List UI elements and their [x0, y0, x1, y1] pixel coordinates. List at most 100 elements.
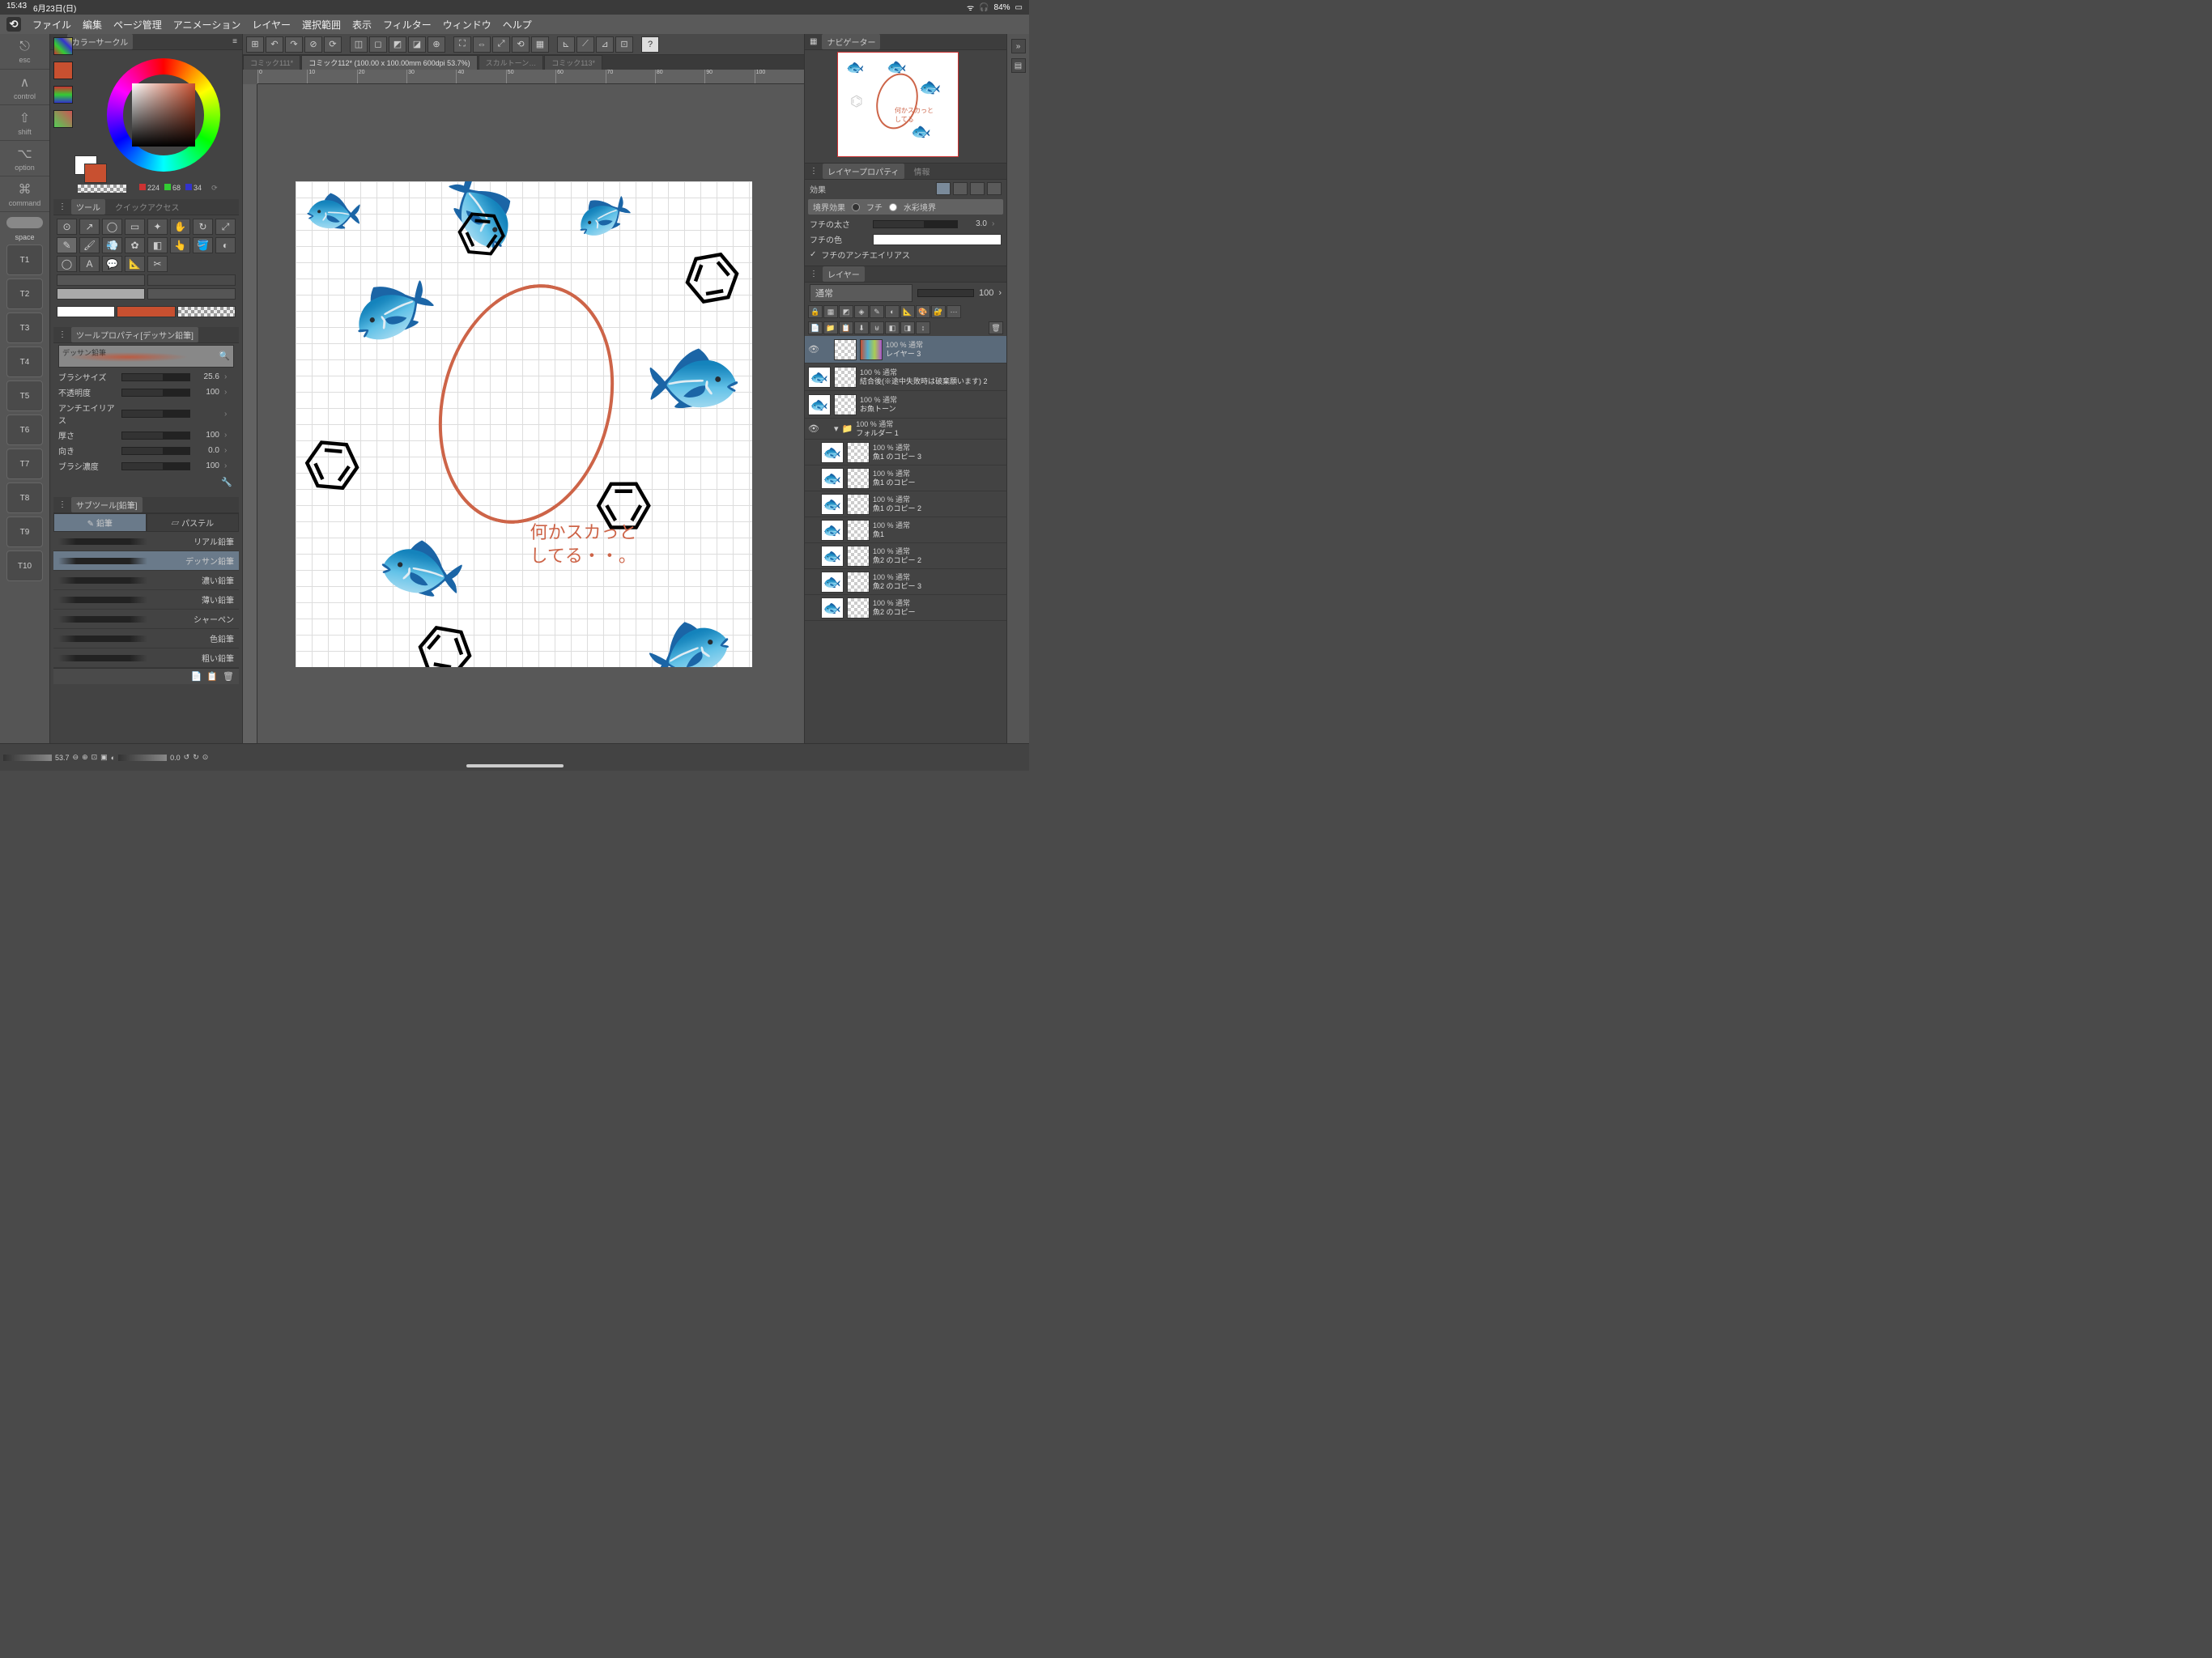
menu-ファイル[interactable]: ファイル: [32, 18, 71, 32]
color-panel-title[interactable]: カラーサークル: [67, 34, 134, 49]
actual-icon[interactable]: ▣: [100, 753, 108, 762]
mask-new-icon[interactable]: ◧: [885, 321, 900, 334]
chevron-icon[interactable]: ›: [998, 288, 1002, 298]
color-mark-icon[interactable]: 🎨: [916, 305, 930, 318]
correct-tool-icon[interactable]: ✂: [147, 256, 168, 272]
rotate-tool-icon[interactable]: ↻: [193, 219, 213, 235]
ref-icon[interactable]: ◈: [854, 305, 869, 318]
swatch-icon[interactable]: [53, 62, 73, 79]
scale-icon[interactable]: ⤢: [492, 36, 510, 53]
rail-T9[interactable]: T9: [6, 517, 43, 547]
slider-icon[interactable]: [53, 86, 73, 104]
wand-tool-icon[interactable]: ✦: [147, 219, 168, 235]
invert-icon[interactable]: ◩: [389, 36, 406, 53]
brush-tool-icon[interactable]: 🖌: [79, 237, 100, 253]
rail-T6[interactable]: T6: [6, 414, 43, 445]
layer-folder[interactable]: 👁▾📁100 % 通常フォルダー 1: [805, 419, 1006, 440]
save-icon[interactable]: ⟳: [324, 36, 342, 53]
wrench-icon[interactable]: 🔧: [221, 478, 232, 487]
rotate-ccw-icon[interactable]: ↺: [184, 753, 190, 762]
fg-color-swatch[interactable]: [84, 164, 107, 183]
rotate-icon[interactable]: ⟲: [512, 36, 530, 53]
lock-all-icon[interactable]: 🔐: [931, 305, 946, 318]
zoom-in-icon[interactable]: ⊕: [82, 753, 88, 762]
slider[interactable]: [121, 373, 190, 381]
mask-icon[interactable]: ◐: [885, 305, 900, 318]
layer-item[interactable]: 👁🐟100 % 通常結合後(※途中失敗時は破棄願います) 2: [805, 363, 1006, 391]
subtool-tab[interactable]: ▱ パステル: [147, 513, 240, 532]
merge-icon[interactable]: ⬇: [854, 321, 869, 334]
pen-tool-icon[interactable]: ✎: [57, 237, 77, 253]
subtool-item[interactable]: 粗い鉛筆: [53, 648, 239, 668]
effect-border-icon[interactable]: [936, 182, 951, 195]
visibility-icon[interactable]: 👁: [808, 423, 819, 435]
subtool-item[interactable]: 薄い鉛筆: [53, 590, 239, 610]
document-tab[interactable]: コミック112* (100.00 x 100.00mm 600dpi 53.7%…: [301, 55, 477, 70]
redo-icon[interactable]: ↷: [285, 36, 303, 53]
opacity-slider[interactable]: [917, 289, 974, 297]
home-indicator[interactable]: [466, 764, 564, 767]
menu-アニメーション[interactable]: アニメーション: [173, 18, 241, 32]
option-key[interactable]: ⌥option: [0, 141, 49, 176]
ruler-tool-icon[interactable]: 📐: [125, 256, 145, 272]
tool-panel-title[interactable]: ツール: [71, 199, 105, 215]
rail-T10[interactable]: T10: [6, 551, 43, 581]
layer-item[interactable]: 👁🐟100 % 通常魚2 のコピー 2: [805, 543, 1006, 569]
balloon-tool-icon[interactable]: 💬: [102, 256, 122, 272]
trash-icon[interactable]: 🗑: [223, 671, 234, 682]
transform-icon[interactable]: ⛶: [453, 36, 471, 53]
subtool-item[interactable]: デッサン鉛筆: [53, 551, 239, 571]
apply-mask-icon[interactable]: ◨: [900, 321, 915, 334]
layer-item[interactable]: 👁🐟100 % 通常魚1 のコピー 2: [805, 491, 1006, 517]
shift-key[interactable]: ⇧shift: [0, 105, 49, 141]
subtool-item[interactable]: 濃い鉛筆: [53, 571, 239, 590]
clip-icon[interactable]: ◩: [839, 305, 853, 318]
quick-access-tab[interactable]: クイックアクセス: [115, 201, 180, 213]
layer-item[interactable]: 👁🐟100 % 通常魚1 のコピー 3: [805, 440, 1006, 466]
subtool-tab[interactable]: ✎ 鉛筆: [53, 513, 147, 532]
layer-item[interactable]: 👁🐟100 % 通常魚2 のコピー: [805, 595, 1006, 621]
ruler-lock-icon[interactable]: 📐: [900, 305, 915, 318]
document-tab[interactable]: コミック113*: [544, 55, 602, 70]
mixer-icon[interactable]: [53, 110, 73, 128]
collapse-icon[interactable]: »: [1011, 39, 1026, 53]
rail-T1[interactable]: T1: [6, 244, 43, 275]
rail-T8[interactable]: T8: [6, 483, 43, 513]
checkbox-icon[interactable]: ✓: [810, 250, 816, 259]
grip-icon[interactable]: ⋮: [58, 500, 66, 509]
rail-T4[interactable]: T4: [6, 346, 43, 377]
effect-tone-icon[interactable]: [953, 182, 968, 195]
perspective-icon[interactable]: ⊡: [615, 36, 633, 53]
chevron-icon[interactable]: ›: [224, 431, 234, 440]
rail-T2[interactable]: T2: [6, 278, 43, 309]
panel-menu-icon[interactable]: ≡: [232, 37, 237, 46]
menu-レイヤー[interactable]: レイヤー: [252, 18, 291, 32]
ruler-icon[interactable]: ⟋: [576, 36, 594, 53]
help-icon[interactable]: ?: [641, 36, 659, 53]
menu-フィルター[interactable]: フィルター: [383, 18, 432, 32]
document-tab[interactable]: コミック111*: [243, 55, 300, 70]
canvas-viewport[interactable]: 0102030405060708090100 🐟 🐟 🐟 🐟 🐟 🐟 🐟 ⌬ ⌬…: [243, 70, 804, 771]
airbrush-tool-icon[interactable]: 💨: [102, 237, 122, 253]
esc-key[interactable]: ⎋esc: [0, 34, 49, 70]
blend-tool-icon[interactable]: 👆: [170, 237, 190, 253]
slider[interactable]: [121, 462, 190, 470]
chevron-icon[interactable]: ›: [224, 446, 234, 455]
eyedrop-tool-icon[interactable]: ⤢: [215, 219, 236, 235]
lock-pixel-icon[interactable]: ▦: [823, 305, 838, 318]
lasso-tool-icon[interactable]: ◯: [102, 219, 122, 235]
zoom-slider[interactable]: [3, 755, 52, 761]
chevron-icon[interactable]: ›: [992, 219, 1002, 228]
draft-icon[interactable]: ✎: [870, 305, 884, 318]
layer-item[interactable]: 👁🐟100 % 通常お魚トーン: [805, 391, 1006, 419]
eraser-tool-icon[interactable]: ◧: [147, 237, 168, 253]
border-color-swatch[interactable]: [873, 234, 1002, 245]
subtool-item[interactable]: 色鉛筆: [53, 629, 239, 648]
lock-icon[interactable]: 🔒: [808, 305, 823, 318]
menu-編集[interactable]: 編集: [83, 18, 102, 32]
grip-icon[interactable]: ⋮: [810, 270, 818, 278]
menu-選択範囲[interactable]: 選択範囲: [302, 18, 341, 32]
combine-icon[interactable]: ⊎: [870, 321, 884, 334]
tool-grip-icon[interactable]: ⋮: [58, 202, 66, 211]
visibility-icon[interactable]: 👁: [808, 344, 819, 355]
